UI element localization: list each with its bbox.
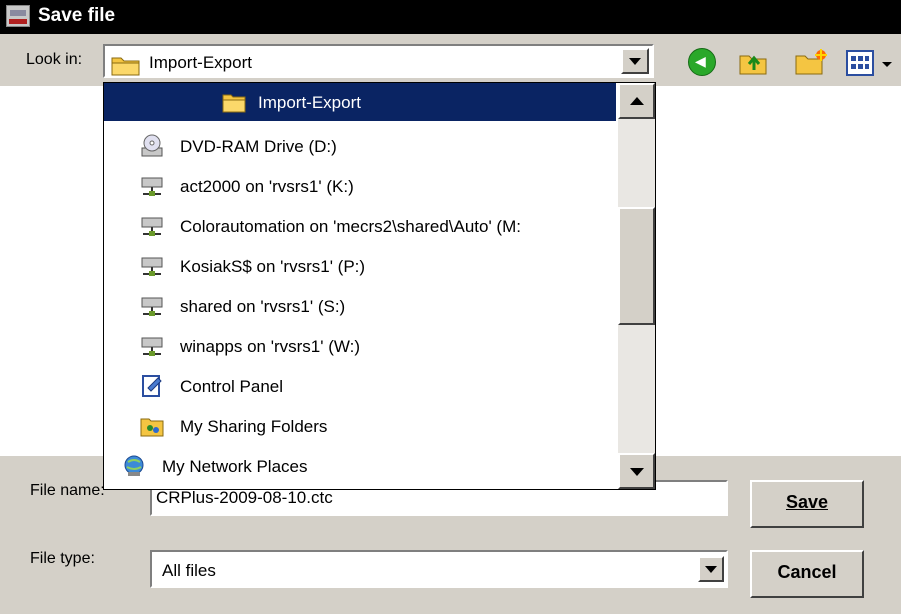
dropdown-item-winapps[interactable]: winapps on 'rvsrs1' (W:)	[104, 327, 616, 365]
dropdown-item-label: act2000 on 'rvsrs1' (K:)	[180, 177, 354, 196]
chevron-down-icon	[629, 58, 641, 65]
chevron-down-icon	[705, 566, 717, 573]
sharing-folders-icon	[140, 418, 164, 437]
save-button-label: Save	[785, 492, 829, 512]
file-type-dropdown-button[interactable]	[698, 556, 724, 582]
title-bar[interactable]	[0, 0, 901, 34]
dropdown-item-import-export[interactable]: Import-Export	[104, 83, 616, 121]
network-drive-icon	[141, 217, 163, 236]
file-name-value: CRPlus-2009-08-10.ctc	[156, 488, 333, 507]
dvd-drive-icon	[141, 134, 163, 157]
dropdown-item-label: My Sharing Folders	[180, 417, 328, 436]
folder-icon	[111, 57, 140, 76]
scroll-down-button[interactable]	[618, 453, 655, 489]
scroll-thumb[interactable]	[618, 207, 655, 325]
new-folder-icon[interactable]	[794, 48, 828, 76]
folder-icon	[222, 94, 246, 113]
dropdown-item-colorautomation[interactable]: Colorautomation on 'mecrs2\shared\Auto' …	[104, 207, 616, 245]
file-type-value: All files	[162, 561, 216, 580]
dropdown-item-label: Colorautomation on 'mecrs2\shared\Auto' …	[180, 217, 521, 236]
back-icon[interactable]	[688, 48, 716, 76]
dropdown-item-label: shared on 'rvsrs1' (S:)	[180, 297, 346, 316]
look-in-dropdown-button[interactable]	[621, 48, 649, 74]
save-button[interactable]: Save	[750, 480, 864, 528]
network-places-icon	[124, 455, 144, 476]
scroll-up-button[interactable]	[618, 83, 655, 119]
network-drive-icon	[141, 257, 163, 276]
file-type-select[interactable]: All files	[150, 550, 728, 588]
dropdown-item-label: DVD-RAM Drive (D:)	[180, 137, 337, 156]
app-icon	[6, 5, 30, 27]
chevron-down-icon[interactable]	[882, 62, 892, 67]
look-in-dropdown-list[interactable]: Import-Export DVD-RAM Drive (D:) act2000…	[103, 82, 656, 490]
dropdown-item-dvd-drive[interactable]: DVD-RAM Drive (D:)	[104, 127, 616, 165]
look-in-label: Look in:	[26, 51, 83, 68]
file-type-label: File type:	[30, 550, 95, 567]
dropdown-item-act2000[interactable]: act2000 on 'rvsrs1' (K:)	[104, 167, 616, 205]
look-in-combobox[interactable]: Import-Export	[103, 44, 654, 78]
chevron-down-icon	[629, 468, 644, 476]
dropdown-item-label: Import-Export	[258, 93, 361, 112]
dropdown-item-label: Control Panel	[180, 377, 284, 396]
window-title: Save file	[38, 5, 116, 26]
control-panel-icon	[142, 375, 162, 397]
network-drive-icon	[141, 337, 163, 356]
dropdown-item-control-panel[interactable]: Control Panel	[104, 367, 616, 405]
dropdown-item-sharing-folders[interactable]: My Sharing Folders	[104, 407, 616, 445]
dropdown-item-shared[interactable]: shared on 'rvsrs1' (S:)	[104, 287, 616, 325]
cancel-button[interactable]: Cancel	[750, 550, 864, 598]
dropdown-item-label: winapps on 'rvsrs1' (W:)	[180, 337, 361, 356]
dropdown-scrollbar[interactable]	[618, 83, 655, 489]
file-name-label: File name:	[30, 482, 105, 499]
network-drive-icon	[141, 297, 163, 316]
dropdown-item-label: My Network Places	[162, 457, 308, 476]
views-menu-icon[interactable]	[846, 50, 874, 76]
chevron-up-icon	[629, 97, 644, 105]
network-drive-icon	[141, 177, 163, 196]
dropdown-item-kosiaks[interactable]: KosiakS$ on 'rvsrs1' (P:)	[104, 247, 616, 285]
look-in-value: Import-Export	[149, 53, 252, 72]
up-folder-icon[interactable]	[738, 50, 770, 76]
dropdown-item-label: KosiakS$ on 'rvsrs1' (P:)	[180, 257, 366, 276]
dropdown-item-network-places[interactable]: My Network Places	[104, 447, 616, 485]
